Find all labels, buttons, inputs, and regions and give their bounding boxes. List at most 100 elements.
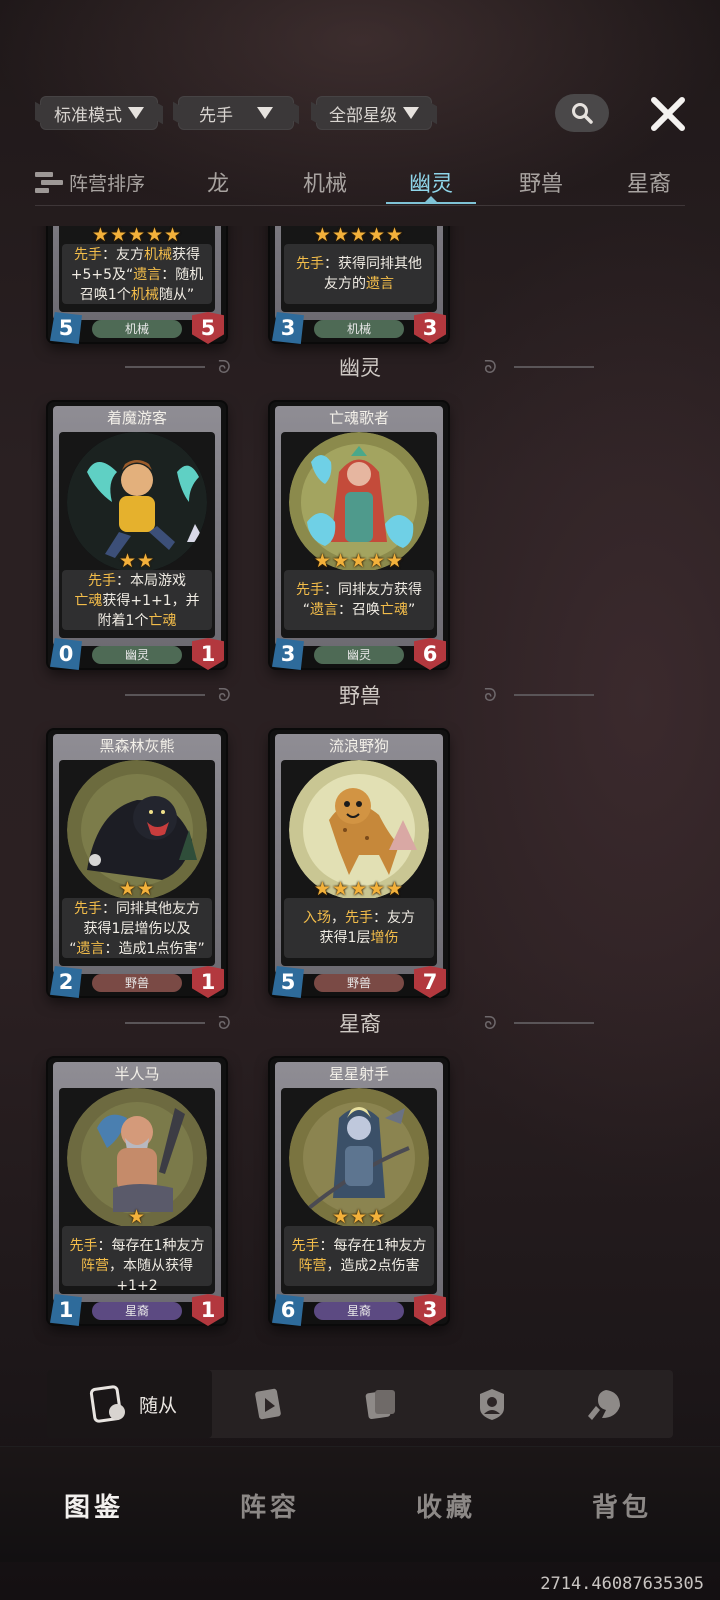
tab-faction-sort[interactable]: 阵营排序 — [35, 162, 155, 202]
health-value: 3 — [414, 1294, 446, 1326]
collection-subnav: 随从 — [47, 1370, 673, 1438]
subnav-skills[interactable] — [584, 1384, 624, 1424]
card-description: 先手：友方机械获得 +5+5及“遗言：随机 召唤1个机械随从” — [62, 244, 212, 304]
item-card-icon — [365, 1390, 395, 1420]
health-value: 1 — [192, 638, 224, 670]
search-icon — [572, 103, 593, 124]
card-mech-1[interactable]: ★★★★★ 先手：友方机械获得 +5+5及“遗言：随机 召唤1个机械随从” 5 机械… — [48, 226, 226, 344]
tribe-badge: 野兽 — [92, 974, 182, 992]
bottom-navigation: 图鉴 阵容 收藏 背包 — [0, 1446, 720, 1562]
card-mech-2[interactable]: ★★★★★ 先手：获得同排其他 友方的遗言 3 机械 3 — [270, 226, 448, 344]
star-filter-label: 全部星级 — [329, 105, 397, 126]
tribe-badge: 幽灵 — [314, 646, 404, 664]
card-description: 入场，先手：友方 获得1层增伤 — [284, 898, 434, 958]
nav-backpack[interactable]: 背包 — [562, 1487, 682, 1524]
card-description: 先手：本局游戏 亡魂获得+1+1，并 附着1个亡魂 — [62, 570, 212, 630]
attack-value: 2 — [50, 966, 82, 998]
attack-value: 6 — [272, 1294, 304, 1326]
faction-tabs: 阵营排序 龙 机械 幽灵 野兽 星裔 — [0, 162, 720, 206]
health-value: 7 — [414, 966, 446, 998]
filter-icon — [257, 107, 273, 119]
swirl-icon: ᘐ — [484, 1013, 497, 1034]
card-description: 先手：每存在1种友方 阵营，造成2点伤害 — [284, 1226, 434, 1286]
health-value: 6 — [414, 638, 446, 670]
subnav-minions-label: 随从 — [139, 1395, 178, 1417]
minion-card-icon — [89, 1385, 125, 1423]
card-list[interactable]: ★★★★★ 先手：友方机械获得 +5+5及“遗言：随机 召唤1个机械随从” 5 机械… — [0, 226, 720, 1346]
star-filter[interactable]: 全部星级 — [316, 96, 432, 130]
swirl-icon: ᘐ — [218, 1013, 231, 1034]
turn-order-filter-label: 先手 — [199, 105, 233, 126]
tab-divider — [35, 205, 685, 206]
close-icon — [651, 97, 685, 131]
subnav-spells[interactable] — [249, 1384, 289, 1424]
nav-codex[interactable]: 图鉴 — [34, 1487, 154, 1524]
card-soul-singer[interactable]: 亡魂歌者 ★★★★★ 先手：同排友方获得 “遗言：召唤亡魂” 3 幽灵 6 — [270, 402, 448, 670]
section-title: 幽灵 — [339, 356, 381, 380]
attack-value: 5 — [50, 312, 82, 344]
attack-value: 1 — [50, 1294, 82, 1326]
health-value: 1 — [192, 1294, 224, 1326]
tribe-badge: 机械 — [92, 320, 182, 338]
attack-value: 0 — [50, 638, 82, 670]
swirl-icon: ᘐ — [484, 685, 497, 706]
active-tab-indicator — [386, 196, 476, 204]
skill-icon — [588, 1390, 620, 1420]
tab-mech[interactable]: 机械 — [290, 162, 360, 202]
card-name: 星星射手 — [328, 1065, 389, 1083]
card-name: 着魔游客 — [106, 409, 167, 427]
turn-order-filter[interactable]: 先手 — [178, 96, 294, 130]
card-centaur[interactable]: 半人马 ★ 先手：每存在1种友方 阵营，本随从获得+1+2 1 星裔 1 — [48, 1058, 226, 1326]
swirl-icon: ᘐ — [484, 357, 497, 378]
tribe-badge: 星裔 — [314, 1302, 404, 1320]
nav-lineup[interactable]: 阵容 — [210, 1487, 330, 1524]
attack-value: 3 — [272, 638, 304, 670]
card-stars: ★★★★★ — [91, 226, 183, 246]
card-stars: ★★★★★ — [313, 226, 405, 246]
tribe-badge: 机械 — [314, 320, 404, 338]
mode-filter-label: 标准模式 — [54, 105, 122, 126]
subnav-items[interactable] — [361, 1384, 401, 1424]
debug-number: 2714.46087635305 — [540, 1574, 704, 1594]
subnav-heroes[interactable] — [472, 1384, 512, 1424]
mode-filter[interactable]: 标准模式 — [40, 96, 158, 130]
card-star-archer[interactable]: 星星射手 ★★★ 先手：每存在1种友方 阵营，造成2点伤害 6 星裔 3 — [270, 1058, 448, 1326]
card-haunted-tourist[interactable]: 着魔游客 ★★ 先手：本局游戏 亡魂获得+1+1，并 附着1个亡魂 0 幽灵 1 — [48, 402, 226, 670]
card-name: 流浪野狗 — [328, 737, 389, 755]
card-stars: ★★ — [118, 878, 156, 900]
health-value: 3 — [414, 312, 446, 344]
card-stray-dog[interactable]: 流浪野狗 ★★★★★ 入场，先手：友方 获得1层增伤 5 野兽 7 — [270, 730, 448, 998]
tribe-badge: 星裔 — [92, 1302, 182, 1320]
nav-collection[interactable]: 收藏 — [386, 1487, 506, 1524]
attack-value: 3 — [272, 312, 304, 344]
card-name: 黑森林灰熊 — [99, 737, 175, 755]
tab-star[interactable]: 星裔 — [614, 162, 684, 202]
card-black-forest-bear[interactable]: 黑森林灰熊 ★★ 先手：同排其他友方 获得1层增伤以及 “遗言：造成1点伤害” 2 … — [48, 730, 226, 998]
filter-icon — [128, 107, 144, 119]
tab-beast[interactable]: 野兽 — [506, 162, 576, 202]
card-stars: ★★★ — [331, 1206, 387, 1228]
hero-icon — [480, 1389, 504, 1420]
card-stars: ★★ — [118, 550, 156, 572]
tribe-badge: 幽灵 — [92, 646, 182, 664]
tab-faction-sort-label: 阵营排序 — [69, 172, 146, 195]
card-stars: ★★★★★ — [313, 550, 405, 572]
subnav-minions[interactable]: 随从 — [47, 1370, 212, 1438]
filter-icon — [403, 107, 419, 119]
close-button[interactable] — [646, 92, 690, 136]
card-description: 先手：同排其他友方 获得1层增伤以及 “遗言：造成1点伤害” — [62, 898, 212, 958]
tribe-badge: 野兽 — [314, 974, 404, 992]
card-description: 先手：同排友方获得 “遗言：召唤亡魂” — [284, 570, 434, 630]
section-header-star: ᘐ 星裔 ᘐ — [0, 1008, 720, 1038]
spell-card-icon — [255, 1388, 281, 1420]
swirl-icon: ᘐ — [218, 685, 231, 706]
attack-value: 5 — [272, 966, 304, 998]
swirl-icon: ᘐ — [218, 357, 231, 378]
card-stars: ★★★★★ — [313, 878, 405, 900]
search-button[interactable] — [555, 94, 609, 132]
card-name: 半人马 — [114, 1065, 160, 1083]
card-stars: ★ — [127, 1206, 147, 1228]
tab-dragon[interactable]: 龙 — [188, 162, 248, 202]
section-title: 星裔 — [339, 1012, 381, 1036]
health-value: 5 — [192, 312, 224, 344]
